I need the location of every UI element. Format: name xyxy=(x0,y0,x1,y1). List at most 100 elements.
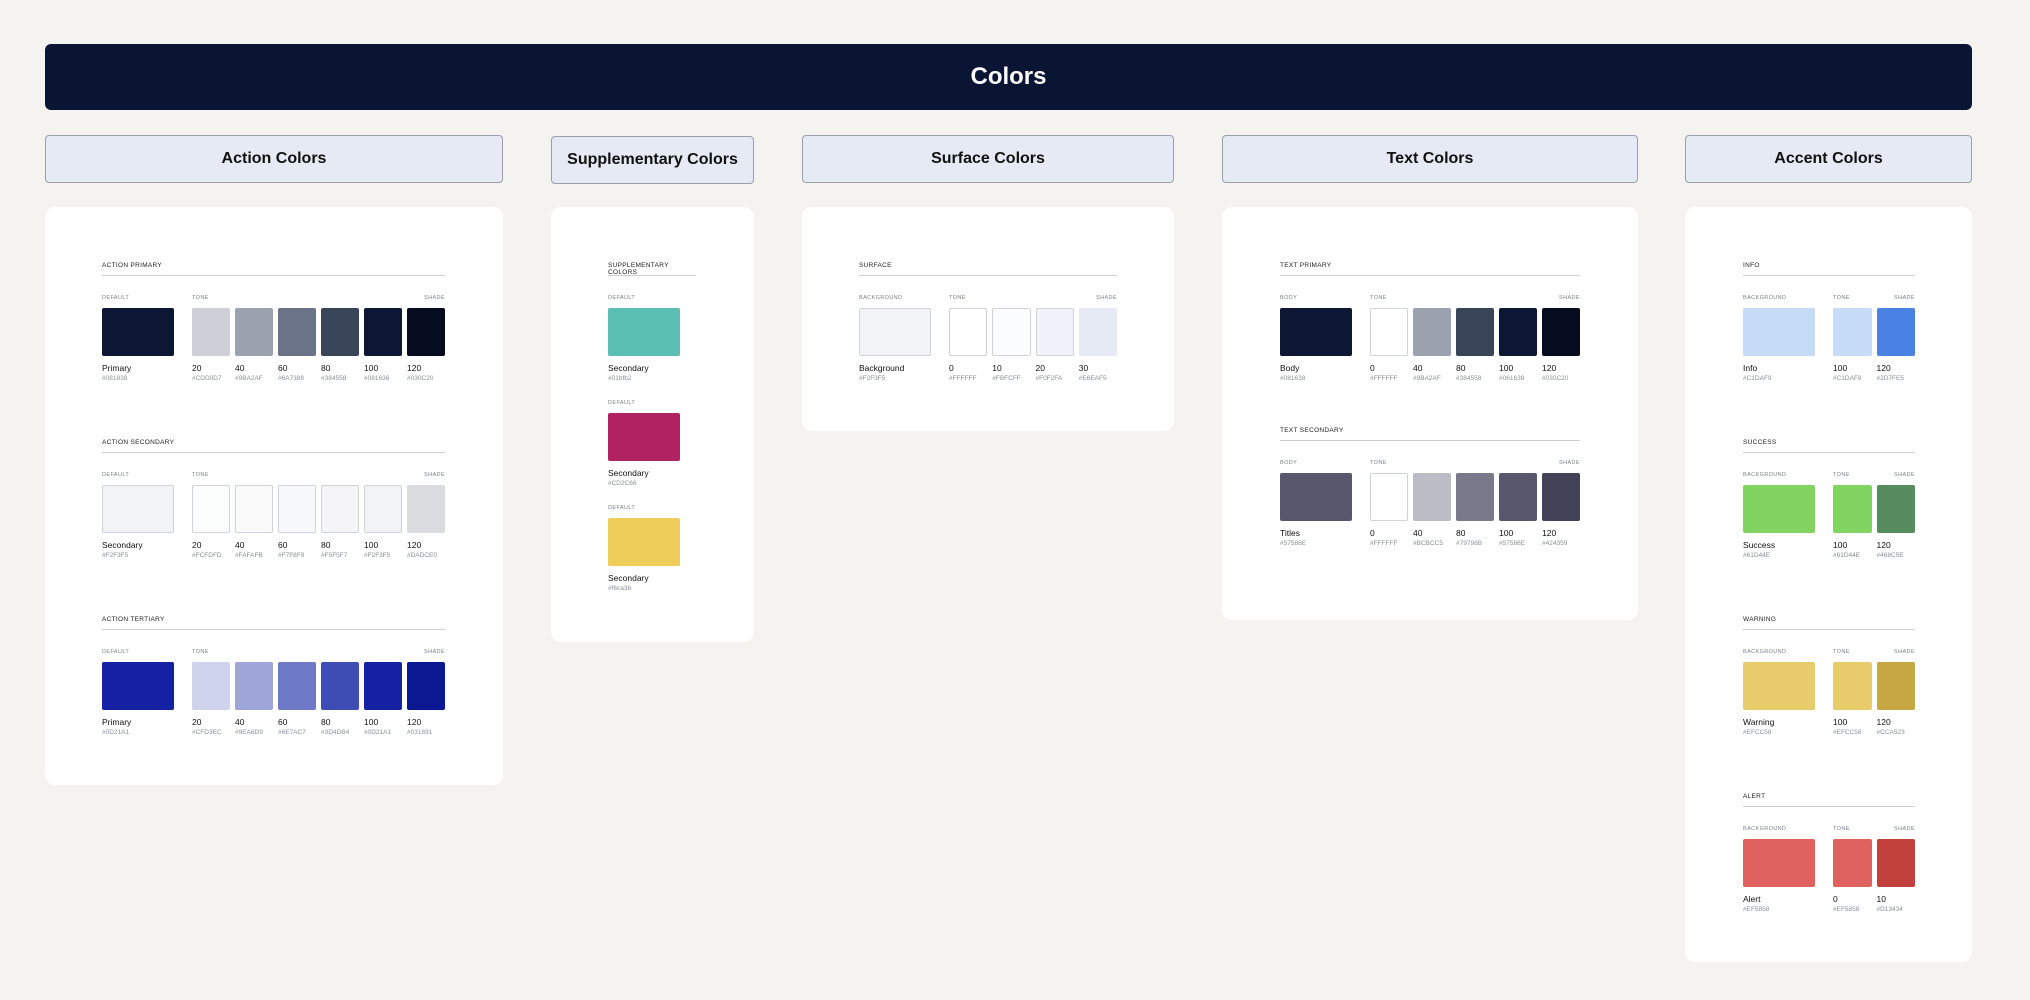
tone-swatch-80[interactable]: 80 #384558 xyxy=(321,308,359,386)
default-swatch[interactable]: Success #61D44E xyxy=(1743,485,1815,563)
color-swatch[interactable] xyxy=(407,662,445,710)
color-swatch[interactable] xyxy=(235,662,273,710)
color-swatch[interactable] xyxy=(1833,662,1872,710)
color-swatch[interactable] xyxy=(321,662,359,710)
tone-swatch-0[interactable]: 0 #FFFFFF xyxy=(1370,308,1408,386)
color-swatch[interactable] xyxy=(1833,839,1872,887)
tone-swatch-40[interactable]: 40 #FAFAFB xyxy=(235,485,273,563)
color-swatch[interactable] xyxy=(1499,473,1537,521)
tone-swatch-10[interactable]: 10 #D13434 xyxy=(1876,839,1915,917)
color-swatch[interactable] xyxy=(1876,662,1915,710)
supplementary-swatch-1[interactable]: Secondary #CD2C66 xyxy=(608,413,680,491)
tone-swatch-80[interactable]: 80 #F5F5F7 xyxy=(321,485,359,563)
default-swatch[interactable]: Body #081638 xyxy=(1280,308,1352,386)
tone-swatch-80[interactable]: 80 #384558 xyxy=(1456,308,1494,386)
tone-swatch-120[interactable]: 120 #424359 xyxy=(1542,473,1580,551)
color-swatch[interactable] xyxy=(1876,485,1915,533)
supplementary-swatch-0[interactable]: Secondary #01bfb2 xyxy=(608,308,680,386)
color-swatch[interactable] xyxy=(1542,473,1580,521)
color-swatch[interactable] xyxy=(278,485,316,533)
default-swatch[interactable]: Background #F2F3F5 xyxy=(859,308,931,386)
color-swatch[interactable] xyxy=(192,308,230,356)
tone-swatch-60[interactable]: 60 #6E7AC7 xyxy=(278,662,316,740)
default-swatch[interactable]: Primary #081838 xyxy=(102,308,174,386)
color-swatch[interactable] xyxy=(235,308,273,356)
color-swatch[interactable] xyxy=(364,308,402,356)
tone-swatch-120[interactable]: 120 #2D7FE5 xyxy=(1876,308,1915,386)
color-swatch[interactable] xyxy=(859,308,931,356)
tone-swatch-40[interactable]: 40 #9EA6D9 xyxy=(235,662,273,740)
color-swatch[interactable] xyxy=(321,485,359,533)
color-swatch[interactable] xyxy=(949,308,988,356)
default-swatch[interactable]: Titles #57586E xyxy=(1280,473,1352,551)
tone-swatch-0[interactable]: 0 #FFFFFF xyxy=(949,308,988,386)
tone-swatch-120[interactable]: 120 #031691 xyxy=(407,662,445,740)
color-swatch[interactable] xyxy=(364,485,402,533)
color-swatch[interactable] xyxy=(364,662,402,710)
color-swatch[interactable] xyxy=(1743,485,1815,533)
tone-swatch-100[interactable]: 100 #57586E xyxy=(1499,473,1537,551)
color-swatch[interactable] xyxy=(321,308,359,356)
color-swatch[interactable] xyxy=(1413,473,1451,521)
color-swatch[interactable] xyxy=(102,308,174,356)
color-swatch[interactable] xyxy=(608,308,680,356)
color-swatch[interactable] xyxy=(192,485,230,533)
tone-swatch-120[interactable]: 120 #DADCE0 xyxy=(407,485,445,563)
color-swatch[interactable] xyxy=(608,413,680,461)
default-swatch[interactable]: Info #C1DAF9 xyxy=(1743,308,1815,386)
supplementary-swatch-2[interactable]: Secondary #f6ca3b xyxy=(608,518,680,596)
color-swatch[interactable] xyxy=(1876,839,1915,887)
color-swatch[interactable] xyxy=(102,485,174,533)
color-swatch[interactable] xyxy=(102,662,174,710)
color-swatch[interactable] xyxy=(1743,839,1815,887)
color-swatch[interactable] xyxy=(1456,308,1494,356)
tone-swatch-100[interactable]: 100 #EFCC58 xyxy=(1833,662,1872,740)
tone-swatch-80[interactable]: 80 #79798B xyxy=(1456,473,1494,551)
color-swatch[interactable] xyxy=(278,308,316,356)
tone-swatch-10[interactable]: 10 #FBFCFF xyxy=(992,308,1031,386)
color-swatch[interactable] xyxy=(1370,308,1408,356)
default-swatch[interactable]: Primary #0D21A1 xyxy=(102,662,174,740)
tone-swatch-60[interactable]: 60 #6A7388 xyxy=(278,308,316,386)
color-swatch[interactable] xyxy=(1370,473,1408,521)
tone-swatch-60[interactable]: 60 #F7F8F9 xyxy=(278,485,316,563)
color-swatch[interactable] xyxy=(1280,308,1352,356)
tone-swatch-20[interactable]: 20 #CFD3EC xyxy=(192,662,230,740)
color-swatch[interactable] xyxy=(608,518,680,566)
color-swatch[interactable] xyxy=(407,485,445,533)
color-swatch[interactable] xyxy=(992,308,1031,356)
tone-swatch-120[interactable]: 120 #030C20 xyxy=(407,308,445,386)
tone-swatch-120[interactable]: 120 #030C20 xyxy=(1542,308,1580,386)
tone-swatch-0[interactable]: 0 #FFFFFF xyxy=(1370,473,1408,551)
color-swatch[interactable] xyxy=(1499,308,1537,356)
color-swatch[interactable] xyxy=(1456,473,1494,521)
tone-swatch-120[interactable]: 120 #468C5E xyxy=(1876,485,1915,563)
color-swatch[interactable] xyxy=(1833,485,1872,533)
tone-swatch-120[interactable]: 120 #CCA523 xyxy=(1876,662,1915,740)
default-swatch[interactable]: Secondary #F2F3F5 xyxy=(102,485,174,563)
tone-swatch-0[interactable]: 0 #EF5858 xyxy=(1833,839,1872,917)
color-swatch[interactable] xyxy=(235,485,273,533)
color-swatch[interactable] xyxy=(1542,308,1580,356)
tone-swatch-100[interactable]: 100 #0D21A1 xyxy=(364,662,402,740)
tone-swatch-20[interactable]: 20 #F0F2FA xyxy=(1035,308,1074,386)
tone-swatch-80[interactable]: 80 #3D4DB4 xyxy=(321,662,359,740)
default-swatch[interactable]: Warning #EFCC58 xyxy=(1743,662,1815,740)
tone-swatch-20[interactable]: 20 #FCFDFD xyxy=(192,485,230,563)
tone-swatch-100[interactable]: 100 #C1DAF9 xyxy=(1833,308,1872,386)
color-swatch[interactable] xyxy=(1280,473,1352,521)
color-swatch[interactable] xyxy=(1743,308,1815,356)
tone-swatch-40[interactable]: 40 #BCBCC5 xyxy=(1413,473,1451,551)
color-swatch[interactable] xyxy=(1413,308,1451,356)
default-swatch[interactable]: Alert #EF5858 xyxy=(1743,839,1815,917)
tone-swatch-30[interactable]: 30 #E6EAF5 xyxy=(1078,308,1117,386)
color-swatch[interactable] xyxy=(192,662,230,710)
color-swatch[interactable] xyxy=(1833,308,1872,356)
tone-swatch-100[interactable]: 100 #081636 xyxy=(364,308,402,386)
tone-swatch-20[interactable]: 20 #CDD0D7 xyxy=(192,308,230,386)
tone-swatch-40[interactable]: 40 #9BA2AF xyxy=(1413,308,1451,386)
tone-swatch-40[interactable]: 40 #9BA2AF xyxy=(235,308,273,386)
color-swatch[interactable] xyxy=(1035,308,1074,356)
color-swatch[interactable] xyxy=(1743,662,1815,710)
color-swatch[interactable] xyxy=(278,662,316,710)
